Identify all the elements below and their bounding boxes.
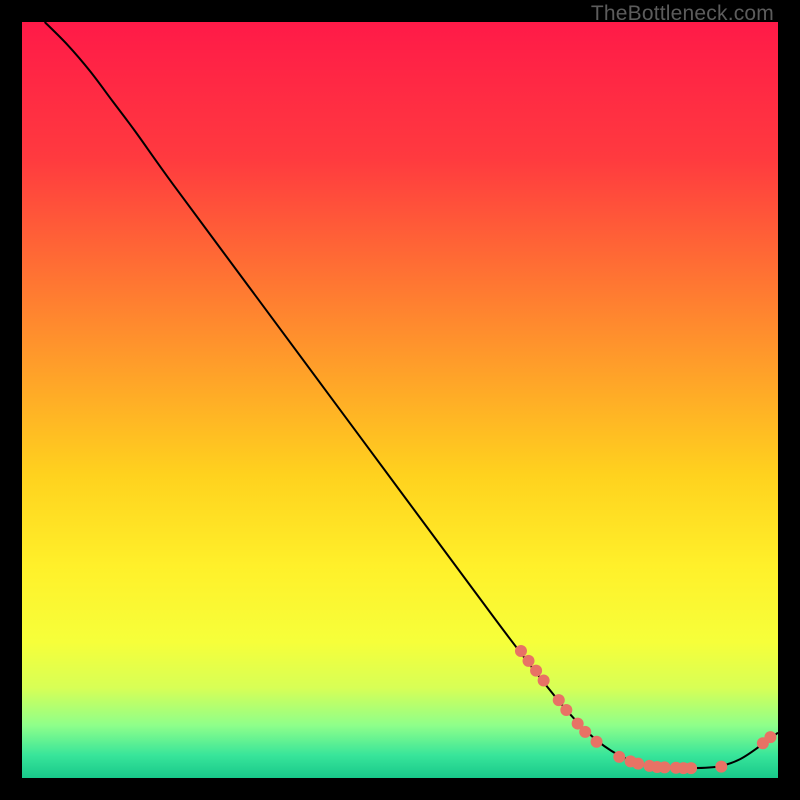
- data-marker: [530, 665, 542, 677]
- data-marker: [591, 736, 603, 748]
- data-marker: [538, 674, 550, 686]
- data-marker: [515, 645, 527, 657]
- gradient-background: [22, 22, 778, 778]
- data-marker: [659, 761, 671, 773]
- bottleneck-chart: [22, 22, 778, 778]
- data-marker: [685, 762, 697, 774]
- data-marker: [553, 694, 565, 706]
- data-marker: [764, 731, 776, 743]
- data-marker: [523, 655, 535, 667]
- data-marker: [613, 751, 625, 763]
- data-marker: [715, 761, 727, 773]
- chart-area: [22, 22, 778, 778]
- data-marker: [560, 704, 572, 716]
- data-marker: [632, 758, 644, 770]
- data-marker: [579, 726, 591, 738]
